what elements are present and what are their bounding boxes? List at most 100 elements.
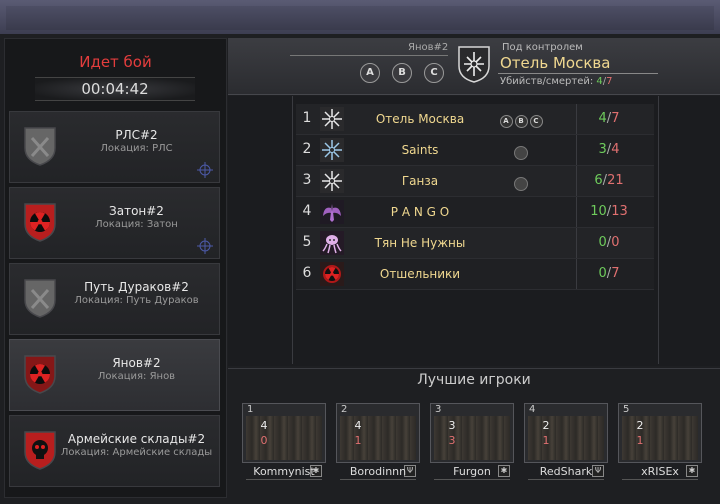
- point-a-small-icon: A: [499, 115, 513, 128]
- flag-icon: [514, 145, 528, 160]
- standings-table: 1 Отель Москва A B C 4/7 2 Saints 3/4 3 Ганза 6/21 4…: [296, 104, 654, 290]
- locations-panel: Идет бой 00:04:42 РЛС#2 Локация: РЛС Затон…: [4, 38, 227, 498]
- location-subtitle: Локация: РЛС: [100, 143, 173, 154]
- clan-name: Тян Не Нужны: [374, 236, 466, 250]
- battle-timer: 00:04:42: [35, 77, 195, 101]
- player-deaths: 1: [542, 434, 550, 447]
- point-c-icon: C: [424, 63, 444, 83]
- flag-icon: [514, 176, 528, 191]
- clan-kills: 3: [598, 142, 607, 157]
- player-rank: 1: [247, 404, 254, 415]
- best-player-card[interactable]: 2 4 1 Ψ Borodinnn: [336, 403, 420, 481]
- clan-name: P A N G O: [390, 205, 450, 219]
- location-item-4[interactable]: Янов#2 Локация: Янов: [9, 339, 220, 411]
- clan-score: 0/0: [564, 235, 654, 250]
- player-deaths: 1: [636, 434, 644, 447]
- clan-name: Отшельники: [379, 267, 461, 281]
- location-item-1[interactable]: РЛС#2 Локация: РЛС: [9, 111, 220, 183]
- player-rank: 5: [623, 404, 630, 415]
- player-rank: 3: [435, 404, 442, 415]
- clan-score: 3/4: [564, 142, 654, 157]
- clan-points: ABC: [486, 111, 556, 130]
- clan-points: [486, 142, 556, 161]
- controlling-clan-name: Отель Москва: [500, 54, 611, 72]
- clan-name: Saints: [401, 143, 439, 157]
- kd-label: Убийств/смертей:: [500, 76, 594, 87]
- point-a-icon: A: [360, 63, 380, 83]
- location-name: Армейские склады#2: [67, 432, 206, 446]
- location-name: Путь Дураков#2: [84, 280, 189, 294]
- battle-status: Идет бой: [79, 53, 152, 71]
- compass-star-icon: [320, 169, 344, 193]
- standings-rank: 3: [302, 172, 312, 188]
- octopus-icon: [320, 231, 344, 255]
- player-portrait: [524, 403, 608, 463]
- clan-score: 0/7: [564, 266, 654, 281]
- player-name: Furgon: [453, 465, 491, 478]
- location-name: Янов#2: [112, 356, 161, 370]
- player-deaths: 1: [354, 434, 362, 447]
- clan-deaths: 7: [611, 266, 620, 281]
- standings-rank: 5: [302, 234, 312, 250]
- standings-left-border: [292, 96, 293, 364]
- location-subtitle: Локация: Затон: [95, 219, 178, 230]
- location-item-5[interactable]: Армейские склады#2 Локация: Армейские скл…: [9, 415, 220, 487]
- kd-deaths: 7: [606, 76, 613, 87]
- location-item-2[interactable]: Затон#2 Локация: Затон: [9, 187, 220, 259]
- clan-deaths: 21: [607, 173, 624, 188]
- player-name: xRISEx: [641, 465, 679, 478]
- player-underline: [528, 479, 604, 480]
- point-c-small-icon: C: [529, 115, 543, 128]
- player-portrait: [242, 403, 326, 463]
- controlling-clan-emblem-icon: [458, 46, 490, 83]
- player-deaths: 3: [448, 434, 456, 447]
- player-name: Kommynist: [253, 465, 315, 478]
- header-location-name: Янов#2: [408, 42, 449, 53]
- clan-kills: 6: [594, 173, 603, 188]
- clan-deaths: 4: [611, 142, 620, 157]
- control-underline: [498, 73, 658, 74]
- clan-deaths: 13: [611, 204, 628, 219]
- player-kills: 4: [354, 419, 362, 432]
- clan-score: 4/7: [564, 111, 654, 126]
- player-portrait: [336, 403, 420, 463]
- location-subtitle: Локация: Янов: [97, 371, 176, 382]
- clan-points: [486, 173, 556, 192]
- player-kills: 2: [636, 419, 644, 432]
- standings-row: 2 Saints 3/4: [296, 135, 654, 166]
- clan-score: 10/13: [564, 204, 654, 219]
- player-name: Borodinnn: [349, 465, 407, 478]
- best-players-title: Лучшие игроки: [417, 372, 531, 388]
- location-subtitle: Локация: Армейские склады: [60, 447, 213, 458]
- location-item-3[interactable]: Путь Дураков#2 Локация: Путь Дураков: [9, 263, 220, 335]
- skull-icon: [24, 431, 56, 470]
- crossed-guns-icon: [24, 279, 56, 318]
- standings-rank: 1: [302, 110, 312, 126]
- location-name: РЛС#2: [115, 128, 158, 142]
- player-rank: 4: [529, 404, 536, 415]
- best-player-card[interactable]: 4 2 1 Ψ RedShark: [524, 403, 608, 481]
- standings-row: 4 P A N G O 10/13: [296, 197, 654, 228]
- radiation-icon: [320, 262, 344, 286]
- standings-rank: 4: [302, 203, 312, 219]
- best-player-card[interactable]: 1 4 0 ✱ Kommynist: [242, 403, 326, 481]
- best-player-card[interactable]: 3 3 3 ✱ Furgon: [430, 403, 514, 481]
- standings-right-border: [658, 96, 659, 364]
- clan-deaths: 7: [611, 111, 620, 126]
- clan-name: Отель Москва: [375, 112, 465, 126]
- player-kills: 4: [260, 419, 268, 432]
- kill-death-ratio: Убийств/смертей: 4/7: [500, 76, 613, 87]
- top-bar-inner: [6, 6, 714, 30]
- clan-kills: 0: [598, 266, 607, 281]
- player-kills: 3: [448, 419, 456, 432]
- standings-row: 3 Ганза 6/21: [296, 166, 654, 197]
- crosshair-icon: [197, 238, 213, 254]
- point-b-small-icon: B: [514, 115, 528, 128]
- best-player-card[interactable]: 5 2 1 ✱ xRISEx: [618, 403, 702, 481]
- player-portrait: [430, 403, 514, 463]
- standings-row: 6 Отшельники 0/7: [296, 259, 654, 290]
- standings-rank: 2: [302, 141, 312, 157]
- clan-deaths: 0: [611, 235, 620, 250]
- player-underline: [434, 479, 510, 480]
- player-deaths: 0: [260, 434, 268, 447]
